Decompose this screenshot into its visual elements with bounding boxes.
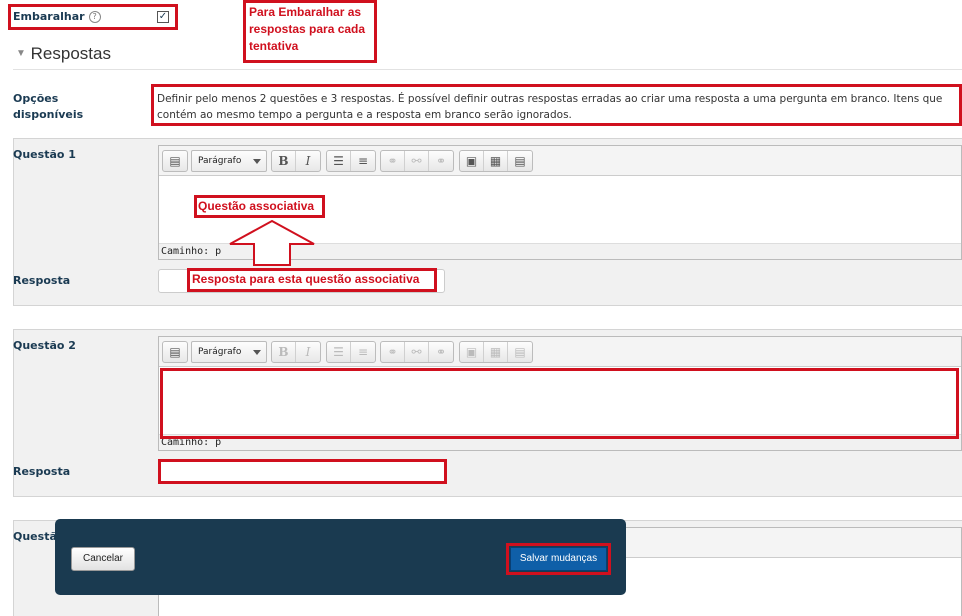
bold-icon[interactable]: B <box>272 342 296 362</box>
moodle-link-icon[interactable]: ⚭ <box>429 151 453 171</box>
numbered-list-icon[interactable]: ≡ <box>351 342 375 362</box>
save-button[interactable]: Salvar mudanças <box>510 547 607 571</box>
annotation-box-shuffle <box>8 4 178 30</box>
section-header[interactable]: ▼ Respostas <box>16 44 111 64</box>
question-1-label: Questão 1 <box>13 148 76 161</box>
manage-files-icon[interactable]: ▤ <box>508 342 532 362</box>
format-select[interactable]: Parágrafo <box>191 341 267 363</box>
editor-toolbar: ▤ Parágrafo BI ☰ ≡ ⚭ ⚯ ⚭ ▣ ▦ ▤ <box>159 337 961 367</box>
image-icon[interactable]: ▣ <box>460 151 484 171</box>
italic-icon[interactable]: I <box>296 342 320 362</box>
link-icon[interactable]: ⚭ <box>381 342 405 362</box>
media-icon[interactable]: ▦ <box>484 151 508 171</box>
cancel-button[interactable]: Cancelar <box>71 547 135 571</box>
annotation-box-question-2-editor <box>160 368 959 439</box>
bold-icon[interactable]: B <box>272 151 296 171</box>
manage-files-icon[interactable]: ▤ <box>508 151 532 171</box>
section-title: Respostas <box>30 44 111 63</box>
annotation-box-answer-2 <box>158 459 447 484</box>
collapse-caret-icon: ▼ <box>16 48 26 59</box>
annotation-box-options <box>151 84 962 126</box>
question-2-label: Questão 2 <box>13 339 76 352</box>
section-divider <box>13 69 962 70</box>
unlink-icon[interactable]: ⚯ <box>405 342 429 362</box>
chevron-down-icon <box>253 350 261 355</box>
bullet-list-icon[interactable]: ☰ <box>327 151 351 171</box>
annotation-question-note: Questão associativa <box>198 199 315 213</box>
image-icon[interactable]: ▣ <box>460 342 484 362</box>
annotation-answer-note: Resposta para esta questão associativa <box>192 272 420 286</box>
annotation-shuffle-note: Para Embaralhar as respostas para cada t… <box>249 5 366 53</box>
bullet-list-icon[interactable]: ☰ <box>327 342 351 362</box>
annotation-arrow-icon <box>229 219 315 266</box>
italic-icon[interactable]: I <box>296 151 320 171</box>
format-select[interactable]: Parágrafo <box>191 150 267 172</box>
editor-toolbar: ▤ Parágrafo BI ☰ ≡ ⚭ ⚯ ⚭ ▣ ▦ ▤ <box>159 146 961 176</box>
answer-1-label: Resposta <box>13 274 71 287</box>
media-icon[interactable]: ▦ <box>484 342 508 362</box>
link-icon[interactable]: ⚭ <box>381 151 405 171</box>
question-3-label: Questã <box>13 530 57 543</box>
moodle-link-icon[interactable]: ⚭ <box>429 342 453 362</box>
toolbar-toggle-icon[interactable]: ▤ <box>163 151 187 171</box>
unlink-icon[interactable]: ⚯ <box>405 151 429 171</box>
chevron-down-icon <box>253 159 261 164</box>
options-label: Opções disponíveis <box>13 92 84 121</box>
sticky-footer: Cancelar Salvar mudanças <box>55 519 626 595</box>
answer-2-label: Resposta <box>13 465 71 478</box>
toolbar-toggle-icon[interactable]: ▤ <box>163 342 187 362</box>
numbered-list-icon[interactable]: ≡ <box>351 151 375 171</box>
